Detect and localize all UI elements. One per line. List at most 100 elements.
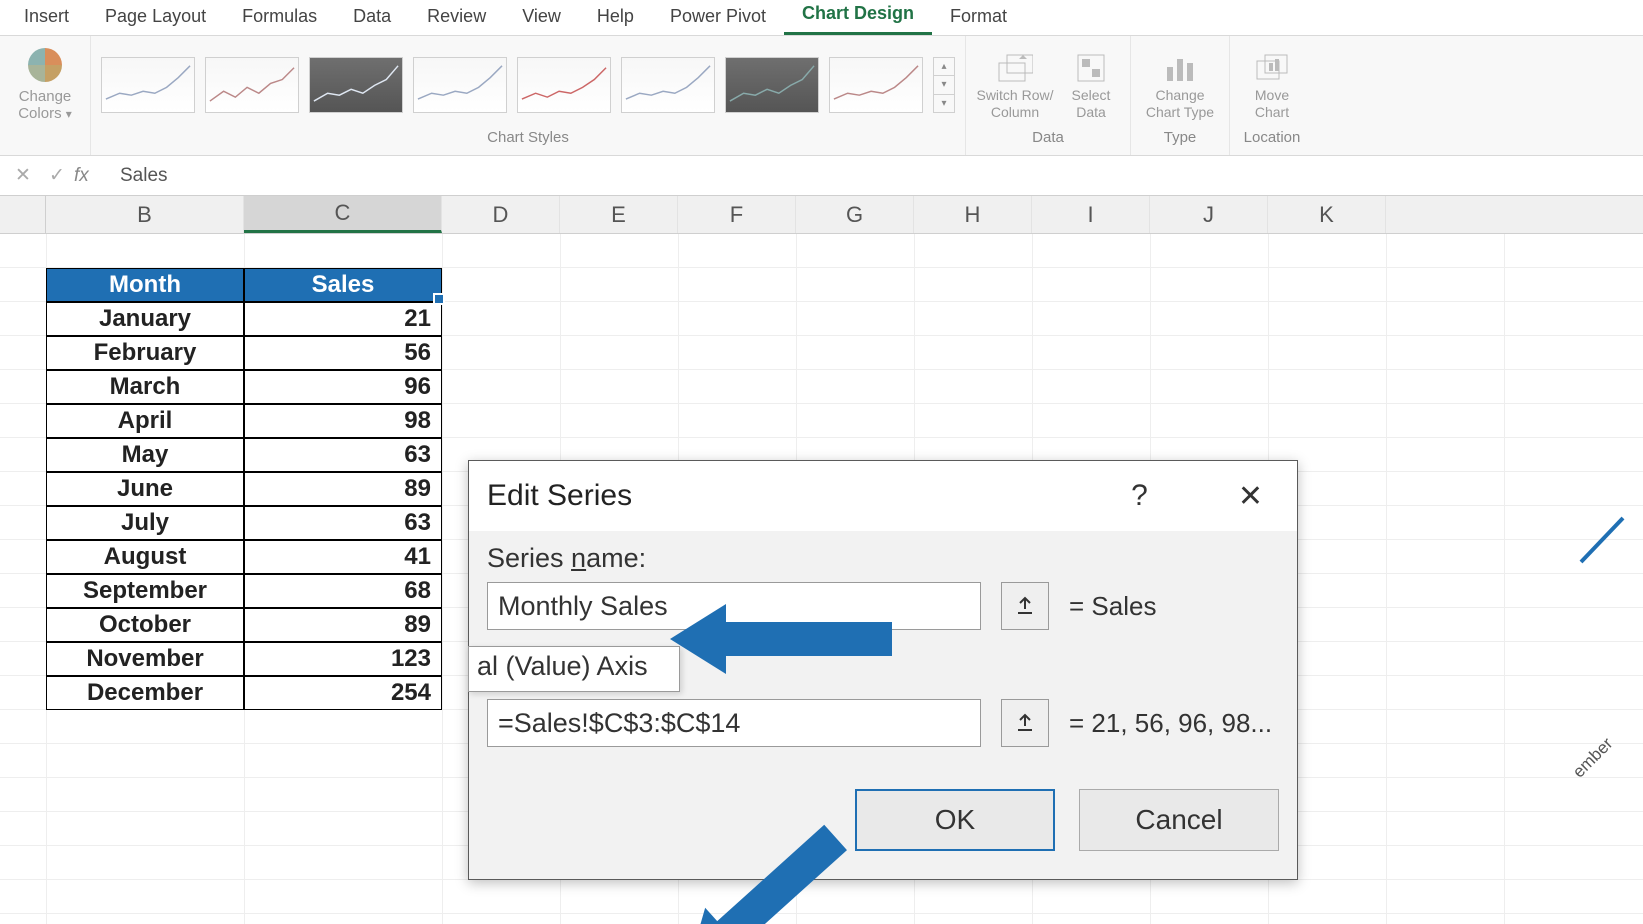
formula-cancel-button[interactable]: ✕ [6,164,40,187]
month-cell[interactable]: November [46,642,244,676]
formula-bar: ✕ ✓ fx Sales [0,156,1643,196]
sales-cell[interactable]: 68 [244,574,442,608]
table-row[interactable]: January21 [46,302,442,336]
select-data-button[interactable]: Select Data [1062,49,1120,121]
col-header-f[interactable]: F [678,196,796,233]
tab-formulas[interactable]: Formulas [224,0,335,35]
dialog-title: Edit Series [487,479,632,513]
column-headers: B C D E F G H I J K [0,196,1643,234]
col-header-b[interactable]: B [46,196,244,233]
month-cell[interactable]: March [46,370,244,404]
data-group-label: Data [1032,127,1064,153]
col-header-i[interactable]: I [1032,196,1150,233]
chart-styles-gallery[interactable]: ▴▾▾ [101,43,955,127]
col-header-e[interactable]: E [560,196,678,233]
sales-cell[interactable]: 21 [244,302,442,336]
table-row[interactable]: February56 [46,336,442,370]
tab-page-layout[interactable]: Page Layout [87,0,224,35]
chart-styles-scroll[interactable]: ▴▾▾ [933,57,955,113]
select-data-icon [1062,49,1120,83]
table-row[interactable]: March96 [46,370,442,404]
sales-cell[interactable]: 123 [244,642,442,676]
sales-cell[interactable]: 63 [244,506,442,540]
location-group-label: Location [1244,127,1301,153]
range-select-icon [1014,595,1036,617]
tab-chart-design[interactable]: Chart Design [784,0,932,35]
col-header-k[interactable]: K [1268,196,1386,233]
tab-help[interactable]: Help [579,0,652,35]
ribbon-tabs: Insert Page Layout Formulas Data Review … [0,0,1643,36]
month-cell[interactable]: February [46,336,244,370]
palette-icon [28,48,62,82]
month-cell[interactable]: September [46,574,244,608]
chart-style-thumb[interactable] [101,57,195,113]
sales-table: MonthSalesJanuary21February56March96Apri… [46,268,442,710]
switch-row-column-icon [976,49,1054,83]
tab-power-pivot[interactable]: Power Pivot [652,0,784,35]
table-row[interactable]: November123 [46,642,442,676]
chart-style-thumb[interactable] [205,57,299,113]
month-cell[interactable]: May [46,438,244,472]
table-row[interactable]: May63 [46,438,442,472]
tab-format[interactable]: Format [932,0,1025,35]
table-header: Month [46,268,244,302]
table-row[interactable]: July63 [46,506,442,540]
annotation-arrow-series-name [670,594,900,684]
sales-cell[interactable]: 41 [244,540,442,574]
sales-cell[interactable]: 89 [244,608,442,642]
collapse-dialog-button[interactable] [1001,582,1049,630]
change-colors-button[interactable]: Change Colors ▾ [10,48,80,123]
month-cell[interactable]: April [46,404,244,438]
chart-style-thumb[interactable] [309,57,403,113]
chart-style-thumb[interactable] [725,57,819,113]
ok-button[interactable]: OK [855,789,1055,851]
chart-style-thumb[interactable] [413,57,507,113]
table-row[interactable]: December254 [46,676,442,710]
collapse-dialog-button[interactable] [1001,699,1049,747]
table-row[interactable]: September68 [46,574,442,608]
chart-styles-label: Chart Styles [487,127,569,153]
chart-line-segment [1575,512,1629,572]
table-row[interactable]: April98 [46,404,442,438]
month-cell[interactable]: July [46,506,244,540]
table-row[interactable]: June89 [46,472,442,506]
series-values-input[interactable] [487,699,981,747]
tab-data[interactable]: Data [335,0,409,35]
dialog-close-button[interactable]: ✕ [1238,479,1263,514]
month-cell[interactable]: October [46,608,244,642]
cancel-button[interactable]: Cancel [1079,789,1279,851]
tab-view[interactable]: View [504,0,579,35]
annotation-arrow-ok [660,806,870,924]
col-header-g[interactable]: G [796,196,914,233]
chart-style-thumb[interactable] [829,57,923,113]
chart-style-thumb[interactable] [517,57,611,113]
month-cell[interactable]: August [46,540,244,574]
chart-style-thumb[interactable] [621,57,715,113]
tab-review[interactable]: Review [409,0,504,35]
table-row[interactable]: August41 [46,540,442,574]
sales-cell[interactable]: 56 [244,336,442,370]
sales-cell[interactable]: 63 [244,438,442,472]
col-header-d[interactable]: D [442,196,560,233]
formula-confirm-button[interactable]: ✓ [40,164,74,187]
fx-icon[interactable]: fx [74,165,106,187]
axis-tooltip: al (Value) Axis [468,646,680,692]
move-chart-button[interactable]: Move Chart [1240,49,1304,121]
tab-insert[interactable]: Insert [6,0,87,35]
sales-cell[interactable]: 98 [244,404,442,438]
sales-cell[interactable]: 96 [244,370,442,404]
worksheet[interactable]: B C D E F G H I J K MonthSalesJanuary21F… [0,196,1643,924]
sales-cell[interactable]: 89 [244,472,442,506]
month-cell[interactable]: December [46,676,244,710]
month-cell[interactable]: January [46,302,244,336]
table-row[interactable]: October89 [46,608,442,642]
dialog-help-button[interactable]: ? [1131,479,1148,514]
col-header-h[interactable]: H [914,196,1032,233]
sales-cell[interactable]: 254 [244,676,442,710]
col-header-j[interactable]: J [1150,196,1268,233]
col-header-c[interactable]: C [244,196,442,233]
formula-input[interactable]: Sales [106,165,168,187]
change-chart-type-button[interactable]: Change Chart Type [1141,49,1219,121]
month-cell[interactable]: June [46,472,244,506]
switch-row-column-button[interactable]: Switch Row/ Column [976,49,1054,121]
